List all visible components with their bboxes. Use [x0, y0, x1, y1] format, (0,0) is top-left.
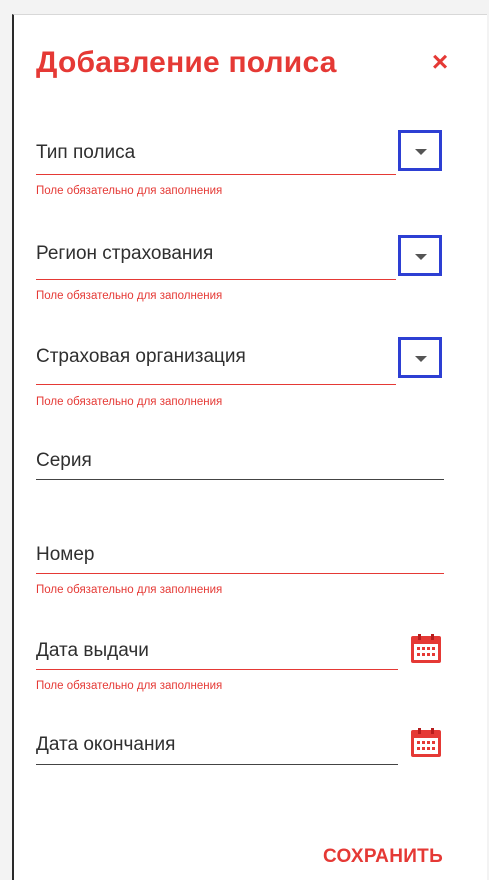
policy-type-field[interactable]: Тип полиса	[36, 142, 135, 164]
number-underline	[36, 573, 444, 574]
close-button[interactable]: ×	[429, 46, 451, 77]
calendar-icon[interactable]	[410, 728, 442, 758]
end-date-input[interactable]: Дата окончания	[36, 734, 175, 756]
series-input[interactable]: Серия	[36, 450, 92, 472]
insurer-field[interactable]: Страховая организация	[36, 346, 246, 368]
policy-type-underline	[36, 174, 396, 175]
region-dropdown-button[interactable]	[398, 235, 442, 276]
dialog-title: Добавление полиса	[36, 46, 337, 79]
policy-type-error: Поле обязательно для заполнения	[36, 185, 223, 197]
policy-type-dropdown-button[interactable]	[398, 130, 442, 171]
number-input[interactable]: Номер	[36, 544, 94, 566]
series-underline	[36, 479, 444, 480]
close-icon: ×	[431, 46, 449, 77]
insurer-error: Поле обязательно для заполнения	[36, 396, 223, 408]
issue-date-error: Поле обязательно для заполнения	[36, 680, 223, 692]
region-underline	[36, 279, 396, 280]
insurer-dropdown-button[interactable]	[398, 337, 442, 378]
chevron-down-icon	[415, 254, 427, 260]
chevron-down-icon	[415, 149, 427, 155]
calendar-icon[interactable]	[410, 634, 442, 664]
save-button[interactable]: СОХРАНИТЬ	[323, 846, 443, 868]
issue-date-input[interactable]: Дата выдачи	[36, 640, 149, 662]
chevron-down-icon	[415, 356, 427, 362]
number-error: Поле обязательно для заполнения	[36, 584, 223, 596]
region-error: Поле обязательно для заполнения	[36, 290, 223, 302]
region-field[interactable]: Регион страхования	[36, 243, 213, 265]
end-date-underline	[36, 764, 398, 765]
issue-date-underline	[36, 669, 398, 670]
insurer-underline	[36, 384, 396, 385]
